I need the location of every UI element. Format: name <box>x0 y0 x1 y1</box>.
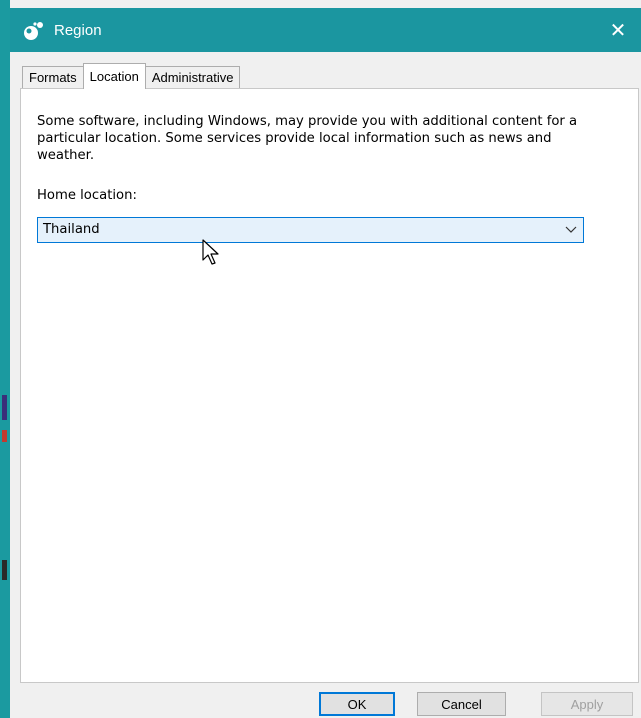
home-location-label: Home location: <box>37 188 137 203</box>
location-tab-panel: Some software, including Windows, may pr… <box>20 88 639 683</box>
ok-button[interactable]: OK <box>319 692 395 716</box>
tab-administrative[interactable]: Administrative <box>144 66 241 89</box>
cancel-button[interactable]: Cancel <box>417 692 506 716</box>
tab-location[interactable]: Location <box>82 63 146 89</box>
window-title: Region <box>54 22 102 39</box>
desktop-strip-mark <box>2 395 7 420</box>
tab-formats[interactable]: Formats <box>22 66 84 89</box>
desktop-strip-mark <box>2 560 7 580</box>
location-description: Some software, including Windows, may pr… <box>37 114 578 163</box>
home-location-dropdown[interactable]: Thailand <box>37 217 584 243</box>
desktop-strip-mark <box>2 430 7 442</box>
mouse-pointer-icon <box>202 239 219 265</box>
home-location-value: Thailand <box>43 222 100 237</box>
close-icon: ✕ <box>609 18 627 42</box>
tab-strip: Formats Location Administrative <box>22 63 241 89</box>
close-button[interactable]: ✕ <box>595 8 641 52</box>
apply-button[interactable]: Apply <box>541 692 633 716</box>
region-dialog: Region ✕ Formats Location Administrative… <box>10 0 641 718</box>
desktop-background-strip <box>0 0 10 718</box>
region-globe-icon <box>24 22 43 40</box>
chevron-down-icon <box>565 226 577 233</box>
title-bar[interactable]: Region ✕ <box>10 8 641 52</box>
